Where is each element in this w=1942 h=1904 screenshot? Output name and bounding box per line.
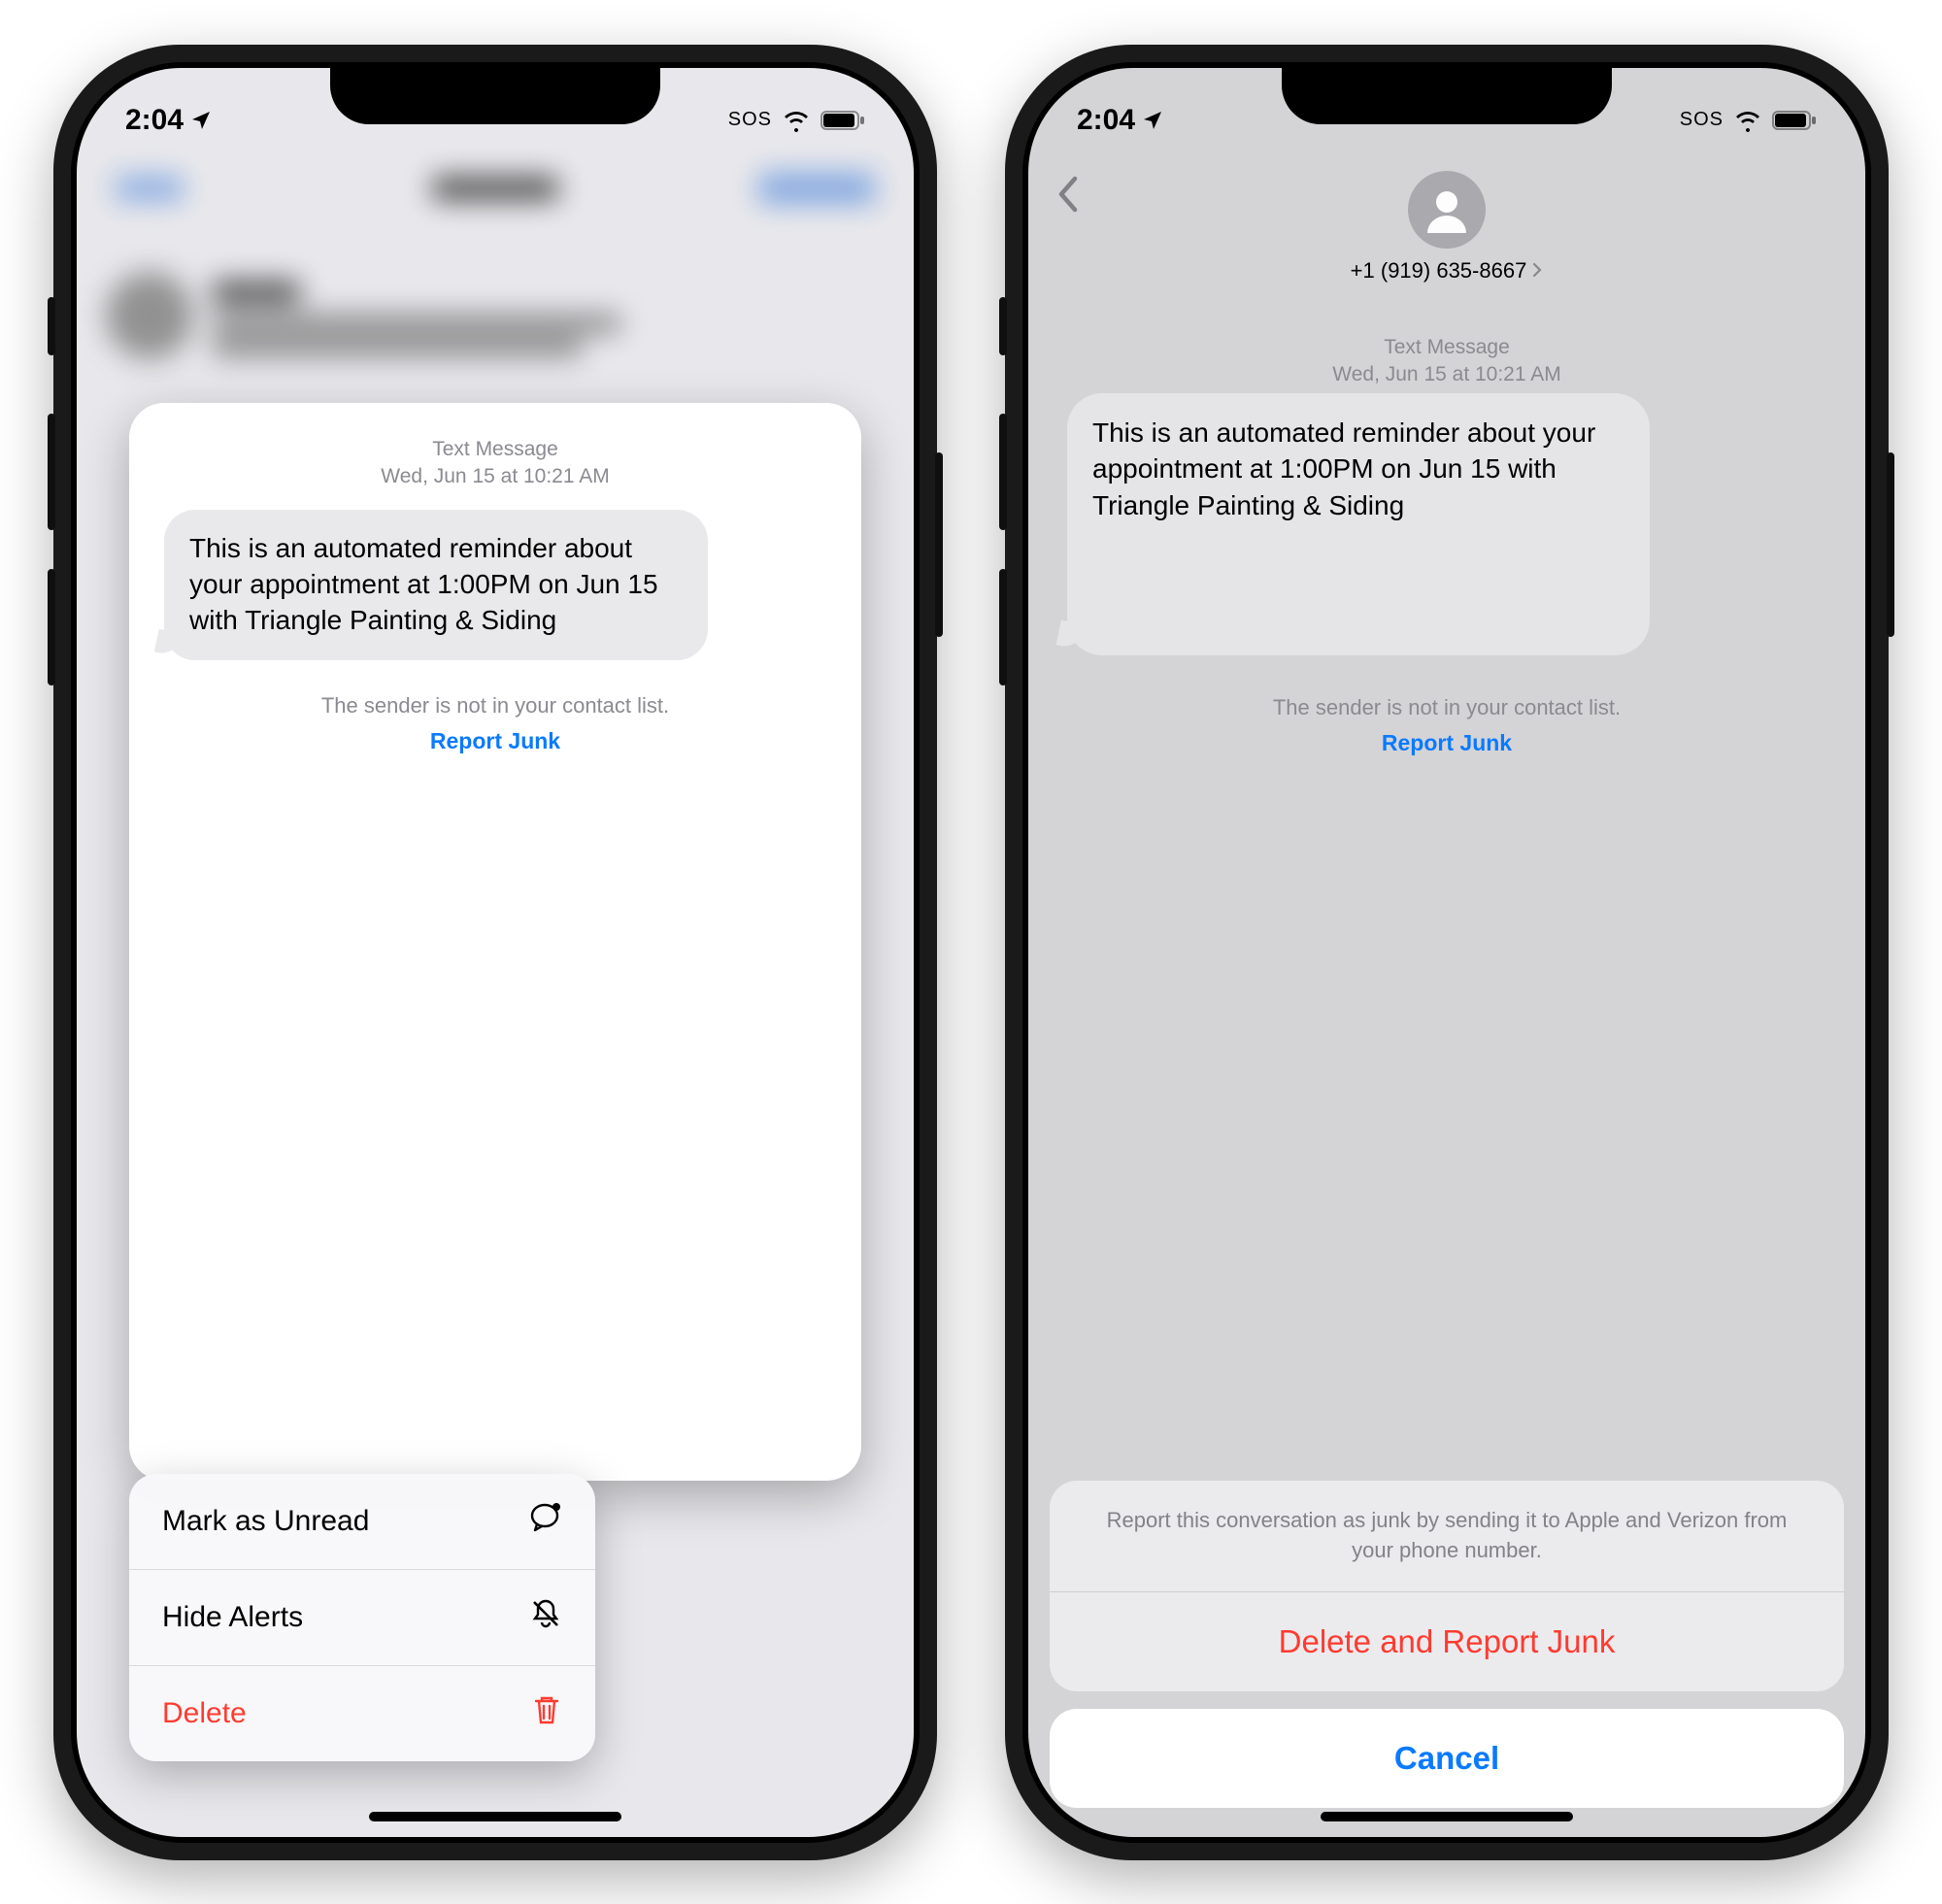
volume-up-button xyxy=(48,414,55,530)
battery-icon xyxy=(820,110,865,131)
sos-indicator: SOS xyxy=(728,109,772,131)
conversation-preview-card[interactable]: Text Message Wed, Jun 15 at 10:21 AM Thi… xyxy=(129,403,861,1481)
volume-down-button xyxy=(999,569,1007,685)
sos-indicator: SOS xyxy=(1680,109,1724,131)
message-type-label: Text Message xyxy=(1028,334,1865,361)
delete-and-report-junk-button[interactable]: Delete and Report Junk xyxy=(1050,1592,1844,1691)
bell-slash-icon xyxy=(529,1597,562,1638)
contact-header[interactable]: +1 (919) 635-8667 xyxy=(1028,171,1865,284)
message-timestamp: Wed, Jun 15 at 10:21 AM xyxy=(1028,361,1865,388)
contact-phone-number: +1 (919) 635-8667 xyxy=(1351,258,1527,284)
report-junk-link[interactable]: Report Junk xyxy=(152,728,838,754)
volume-up-button xyxy=(999,414,1007,530)
sender-not-in-contacts-label: The sender is not in your contact list. xyxy=(1028,695,1865,720)
phone-frame-right: 2:04 SOS xyxy=(1005,45,1889,1860)
message-text: This is an automated reminder about your… xyxy=(189,533,658,635)
status-time: 2:04 xyxy=(125,104,184,137)
hide-alerts-label: Hide Alerts xyxy=(162,1601,303,1634)
report-junk-link[interactable]: Report Junk xyxy=(1028,730,1865,756)
message-bubble[interactable]: This is an automated reminder about your… xyxy=(1067,393,1650,655)
context-menu: Mark as Unread Hide Alerts Delete xyxy=(129,1474,595,1761)
wifi-icon xyxy=(782,109,811,132)
notch xyxy=(330,68,660,124)
message-type-label: Text Message xyxy=(152,436,838,463)
location-icon xyxy=(189,109,213,132)
message-timestamp: Wed, Jun 15 at 10:21 AM xyxy=(152,463,838,490)
notch xyxy=(1282,68,1612,124)
mark-unread-button[interactable]: Mark as Unread xyxy=(129,1474,595,1570)
action-sheet: Report this conversation as junk by send… xyxy=(1050,1481,1844,1808)
trash-icon xyxy=(531,1693,562,1734)
message-bubble: This is an automated reminder about your… xyxy=(164,510,708,660)
home-indicator[interactable] xyxy=(369,1812,621,1821)
power-button xyxy=(1887,452,1894,637)
mark-unread-label: Mark as Unread xyxy=(162,1505,369,1538)
location-icon xyxy=(1141,109,1164,132)
delete-button[interactable]: Delete xyxy=(129,1666,595,1761)
phone-frame-left: 2:04 SOS Text Message xyxy=(53,45,937,1860)
avatar-icon xyxy=(1408,171,1486,249)
home-indicator[interactable] xyxy=(1321,1812,1573,1821)
mute-switch xyxy=(999,297,1007,355)
screen-right: 2:04 SOS xyxy=(1028,68,1865,1837)
battery-icon xyxy=(1772,110,1817,131)
mute-switch xyxy=(48,297,55,355)
sender-not-in-contacts-label: The sender is not in your contact list. xyxy=(152,693,838,718)
message-text: This is an automated reminder about your… xyxy=(1092,418,1595,520)
hide-alerts-button[interactable]: Hide Alerts xyxy=(129,1570,595,1666)
power-button xyxy=(935,452,943,637)
wifi-icon xyxy=(1733,109,1762,132)
delete-label: Delete xyxy=(162,1697,247,1730)
volume-down-button xyxy=(48,569,55,685)
screen-left: 2:04 SOS Text Message xyxy=(77,68,914,1837)
cancel-button[interactable]: Cancel xyxy=(1050,1709,1844,1808)
chat-bubble-icon xyxy=(529,1501,562,1542)
chevron-right-icon xyxy=(1531,258,1543,284)
action-sheet-info: Report this conversation as junk by send… xyxy=(1050,1481,1844,1592)
status-time: 2:04 xyxy=(1077,104,1135,137)
